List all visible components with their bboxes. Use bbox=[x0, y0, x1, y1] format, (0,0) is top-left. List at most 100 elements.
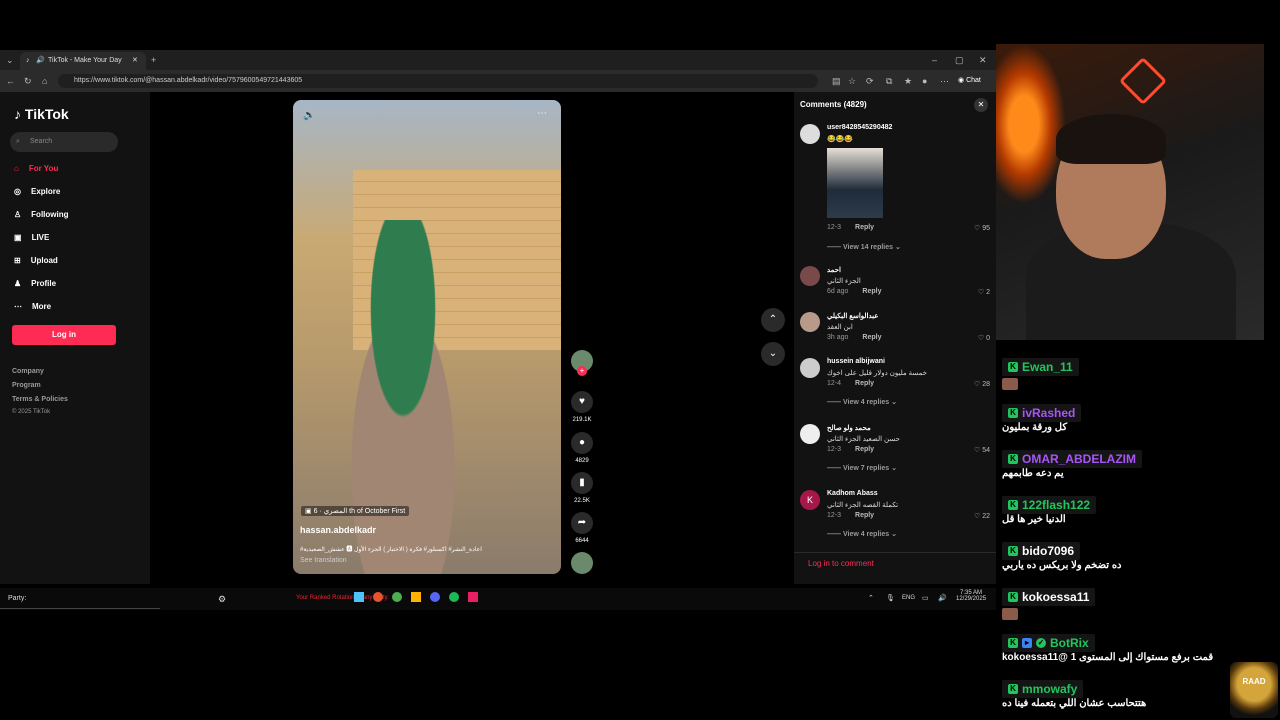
comment-like-button[interactable]: ♡ 0 bbox=[978, 334, 990, 342]
nav-upload[interactable]: ⊞ Upload bbox=[14, 256, 58, 265]
extension-icon[interactable]: ⟳ bbox=[866, 74, 874, 88]
volume-icon[interactable]: 🔊 bbox=[938, 594, 947, 602]
avatar[interactable]: K bbox=[800, 490, 820, 510]
tiktok-logo[interactable]: ♪ TikTok bbox=[14, 106, 69, 122]
new-tab-button[interactable]: + bbox=[151, 53, 156, 67]
comment-like-button[interactable]: ♡ 28 bbox=[974, 380, 990, 388]
tab-list-icon[interactable]: ⌄ bbox=[6, 53, 14, 67]
nav-explore[interactable]: ◎ Explore bbox=[14, 187, 60, 196]
location-tag[interactable]: ▣ 6 · المصري th of October First bbox=[301, 506, 410, 516]
favorite-icon[interactable]: ☆ bbox=[848, 74, 856, 88]
view-replies-button[interactable]: —— View 4 replies ⌄ bbox=[827, 530, 897, 538]
footer-company[interactable]: Company bbox=[12, 368, 44, 375]
comment-sticker-image[interactable] bbox=[827, 148, 883, 218]
explorer-app-icon[interactable] bbox=[411, 592, 421, 602]
previous-video-button[interactable]: ⌃ bbox=[761, 308, 785, 332]
avatar[interactable] bbox=[800, 266, 820, 286]
close-comments-button[interactable]: ✕ bbox=[974, 98, 988, 112]
clock[interactable]: 7:35 AM 12/29/2025 bbox=[956, 590, 986, 602]
close-tab-icon[interactable]: ✕ bbox=[132, 52, 138, 70]
creator-avatar[interactable]: + bbox=[568, 350, 596, 376]
chrome-app-icon[interactable] bbox=[392, 592, 402, 602]
spotify-app-icon[interactable] bbox=[449, 592, 459, 602]
avatar[interactable] bbox=[800, 358, 820, 378]
profile-avatar-icon[interactable]: ● bbox=[922, 74, 927, 88]
comment-like-button[interactable]: ♡ 2 bbox=[978, 288, 990, 296]
volume-icon[interactable]: 🔈 bbox=[303, 110, 315, 121]
discord-app-icon[interactable] bbox=[430, 592, 440, 602]
music-disc[interactable] bbox=[568, 552, 596, 578]
app-icon[interactable] bbox=[468, 592, 478, 602]
home-icon[interactable]: ⌂ bbox=[42, 74, 47, 88]
menu-icon[interactable]: ⋯ bbox=[940, 74, 949, 88]
see-translation-link[interactable]: See translation bbox=[300, 557, 347, 564]
maximize-button[interactable]: ▢ bbox=[955, 53, 964, 67]
view-replies-button[interactable]: —— View 4 replies ⌄ bbox=[827, 398, 897, 406]
reply-button[interactable]: Reply bbox=[855, 224, 874, 231]
favorites-bar-icon[interactable]: ★ bbox=[904, 74, 912, 88]
video-more-icon[interactable]: ⋯ bbox=[537, 108, 547, 119]
comment-user[interactable]: محمد ولو صالح bbox=[827, 424, 871, 432]
comment-like-button[interactable]: ♡ 22 bbox=[974, 512, 990, 520]
avatar[interactable] bbox=[800, 124, 820, 144]
url-field[interactable]: https://www.tiktok.com/@hassan.abdelkadr… bbox=[58, 74, 818, 88]
search-input[interactable]: ⌕ Search bbox=[10, 132, 118, 152]
footer-program[interactable]: Program bbox=[12, 382, 41, 389]
reply-button[interactable]: Reply bbox=[855, 446, 874, 453]
share-button[interactable]: ➦ 6644 bbox=[568, 512, 596, 544]
close-window-button[interactable]: ✕ bbox=[979, 53, 987, 67]
back-icon[interactable]: ← bbox=[6, 74, 15, 88]
overlay-settings-icon[interactable]: ⚙ bbox=[218, 594, 226, 605]
chat-text: الدنيا خير ها قل bbox=[1002, 514, 1066, 525]
avatar[interactable] bbox=[800, 424, 820, 444]
nav-following[interactable]: ♙ Following bbox=[14, 210, 69, 219]
address-bar: ← ↻ ⌂ https://www.tiktok.com/@hassan.abd… bbox=[0, 70, 996, 92]
nav-for-you[interactable]: ⌂ For You bbox=[14, 164, 58, 173]
comment-user[interactable]: hussein albijwani bbox=[827, 358, 885, 365]
login-to-comment-link[interactable]: Log in to comment bbox=[808, 559, 874, 568]
reply-button[interactable]: Reply bbox=[862, 288, 881, 295]
chat-button[interactable]: ◉ Chat bbox=[958, 74, 981, 88]
video-author[interactable]: hassan.abdelkadr bbox=[300, 525, 376, 535]
nav-more[interactable]: ⋯ More bbox=[14, 302, 51, 311]
comment-button[interactable]: ● 4829 bbox=[568, 432, 596, 464]
follow-plus-icon[interactable]: + bbox=[577, 366, 587, 376]
footer-terms[interactable]: Terms & Policies bbox=[12, 396, 68, 403]
heart-outline-icon: ♡ bbox=[973, 447, 981, 454]
chat-username: K ▸ ✓ BotRix bbox=[1002, 634, 1095, 652]
comment-user[interactable]: احمد bbox=[827, 266, 841, 274]
reply-button[interactable]: Reply bbox=[855, 512, 874, 519]
comment-user[interactable]: عبدالواسع البكيلي bbox=[827, 312, 878, 320]
reply-button[interactable]: Reply bbox=[855, 380, 874, 387]
comment-like-button[interactable]: ♡ 95 bbox=[974, 224, 990, 232]
chat-user-label: Ewan_11 bbox=[1022, 360, 1073, 374]
avatar[interactable] bbox=[800, 312, 820, 332]
view-replies-button[interactable]: —— View 14 replies ⌄ bbox=[827, 243, 901, 251]
browser-app-icon[interactable] bbox=[373, 592, 383, 602]
comment-meta: 12-3 Reply bbox=[827, 446, 874, 453]
comment-user[interactable]: user8428545290482 bbox=[827, 124, 892, 131]
language-indicator[interactable]: ENG bbox=[902, 595, 915, 601]
login-button[interactable]: Log in bbox=[12, 325, 116, 345]
video-player[interactable]: 🔈 ⋯ ▣ 6 · المصري th of October First has… bbox=[293, 100, 561, 574]
tray-expand-icon[interactable]: ⌃ bbox=[868, 594, 874, 602]
comment-like-count: 2 bbox=[986, 289, 990, 296]
refresh-icon[interactable]: ↻ bbox=[24, 74, 32, 88]
like-button[interactable]: ♥ 219.1K bbox=[568, 391, 596, 423]
save-button[interactable]: ▮ 22.5K bbox=[568, 472, 596, 504]
tab-tiktok[interactable]: ♪ 🔊 TikTok - Make Your Day ✕ bbox=[20, 52, 146, 70]
nav-live[interactable]: ▣ LIVE bbox=[14, 233, 49, 242]
nav-profile[interactable]: ♟ Profile bbox=[14, 279, 56, 288]
next-video-button[interactable]: ⌄ bbox=[761, 342, 785, 366]
reply-button[interactable]: Reply bbox=[862, 334, 881, 341]
comment-like-button[interactable]: ♡ 54 bbox=[974, 446, 990, 454]
collections-icon[interactable]: ⧉ bbox=[886, 74, 892, 88]
minimize-button[interactable]: – bbox=[932, 53, 937, 67]
microphone-icon[interactable]: 🎙 bbox=[886, 594, 895, 602]
plus-icon: ⊞ bbox=[14, 256, 21, 265]
windows-start-icon[interactable] bbox=[354, 592, 364, 602]
view-replies-button[interactable]: —— View 7 replies ⌄ bbox=[827, 464, 897, 472]
comment-user[interactable]: Kadhom Abass bbox=[827, 490, 878, 497]
reader-icon[interactable]: ▤ bbox=[832, 74, 841, 88]
network-icon[interactable]: ▭ bbox=[922, 594, 929, 602]
